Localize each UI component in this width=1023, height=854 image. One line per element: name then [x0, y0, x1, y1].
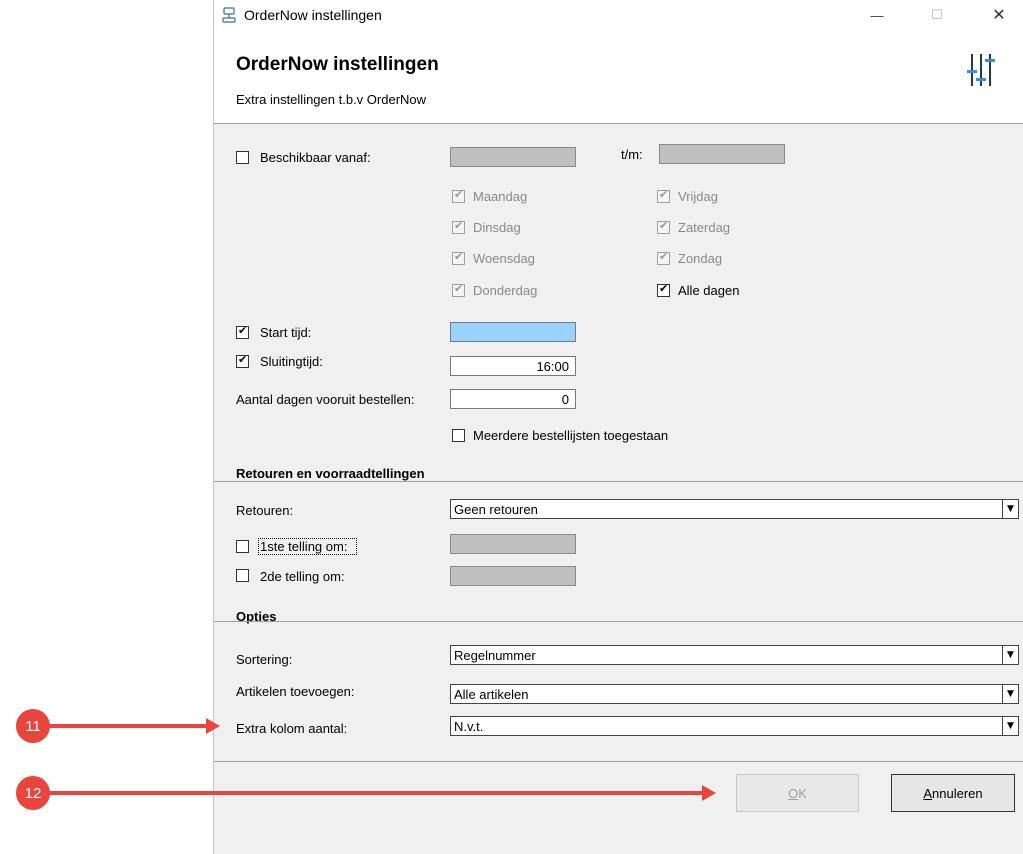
second-count-checkbox[interactable]	[236, 569, 249, 582]
annotation-badge-11: 11	[16, 709, 50, 743]
chevron-down-icon[interactable]: ▼	[1002, 646, 1018, 664]
footer-divider	[214, 761, 1023, 762]
closing-time-label: Sluitingtijd:	[260, 354, 323, 369]
annotation-arrow-12	[48, 791, 704, 795]
returns-section-divider	[214, 481, 1023, 482]
extra-column-dropdown[interactable]: N.v.t. ▼	[450, 716, 1019, 736]
options-section-divider	[214, 621, 1023, 622]
saturday-label: Zaterdag	[678, 220, 731, 235]
ok-hotkey: O	[788, 785, 799, 801]
days-ahead-label: Aantal dagen vooruit bestellen:	[236, 392, 415, 407]
cancel-label: nnuleren	[932, 785, 983, 801]
dialog-header: OrderNow instellingen Extra instellingen…	[214, 30, 1023, 124]
add-articles-label: Artikelen toevoegen:	[236, 684, 355, 699]
first-count-label: 1ste telling om:	[260, 539, 348, 554]
friday-checkbox[interactable]	[657, 188, 670, 203]
cancel-hotkey: A	[923, 785, 933, 801]
add-articles-dropdown[interactable]: Alle artikelen ▼	[450, 684, 1019, 704]
available-to-input[interactable]	[659, 144, 785, 164]
cancel-button[interactable]: Annuleren	[891, 774, 1015, 812]
chevron-down-icon[interactable]: ▼	[1002, 717, 1018, 735]
app-icon	[222, 7, 236, 23]
sorting-dropdown[interactable]: Regelnummer ▼	[450, 645, 1019, 665]
first-count-input[interactable]	[450, 534, 576, 554]
sliders-icon	[967, 54, 995, 86]
days-ahead-input[interactable]: 0	[450, 389, 576, 409]
header-title: OrderNow instellingen	[236, 54, 439, 75]
extra-column-dropdown-value: N.v.t.	[454, 719, 484, 734]
annotation-arrowhead-12	[702, 785, 716, 801]
multiple-lists-label: Meerdere bestellijsten toegestaan	[473, 428, 669, 443]
tuesday-checkbox[interactable]	[452, 219, 465, 234]
extra-column-label: Extra kolom aantal:	[236, 721, 348, 736]
annotation-badge-12: 12	[16, 776, 50, 810]
all-days-label: Alle dagen	[678, 283, 740, 298]
sorting-label: Sortering:	[236, 652, 293, 667]
ok-label: K	[798, 785, 807, 801]
ok-button[interactable]: OK	[736, 774, 859, 812]
chevron-down-icon[interactable]: ▼	[1002, 685, 1018, 703]
wednesday-checkbox[interactable]	[452, 250, 465, 265]
returns-section-title: Retouren en voorraadtellingen	[236, 466, 425, 481]
returns-label: Retouren:	[236, 503, 294, 518]
sunday-checkbox[interactable]	[657, 250, 670, 265]
annotation-arrowhead-11	[206, 718, 220, 734]
all-days-checkbox[interactable]	[657, 282, 670, 297]
thursday-checkbox[interactable]	[452, 282, 465, 297]
monday-checkbox[interactable]	[452, 188, 465, 203]
sunday-label: Zondag	[678, 251, 723, 266]
title-bar: OrderNow instellingen — ☐ ✕	[214, 0, 1023, 30]
start-time-input[interactable]	[450, 322, 576, 342]
annotation-arrow-11	[48, 724, 208, 728]
settings-window: OrderNow instellingen — ☐ ✕ OrderNow ins…	[213, 0, 1023, 854]
friday-label: Vrijdag	[678, 189, 718, 204]
first-count-checkbox[interactable]	[236, 540, 249, 553]
closing-time-input[interactable]: 16:00	[450, 356, 576, 376]
closing-time-checkbox[interactable]	[236, 353, 249, 368]
available-from-input[interactable]	[450, 147, 576, 167]
sorting-dropdown-value: Regelnummer	[454, 648, 536, 663]
available-from-label: Beschikbaar vanaf:	[260, 150, 371, 165]
multiple-lists-checkbox[interactable]	[452, 429, 465, 442]
monday-label: Maandag	[473, 189, 528, 204]
second-count-input[interactable]	[450, 566, 576, 586]
window-title: OrderNow instellingen	[244, 7, 382, 23]
second-count-label: 2de telling om:	[260, 569, 345, 584]
saturday-checkbox[interactable]	[657, 219, 670, 234]
header-subtitle: Extra instellingen t.b.v OrderNow	[236, 92, 427, 107]
thursday-label: Donderdag	[473, 283, 538, 298]
start-time-checkbox[interactable]	[236, 324, 249, 339]
close-button[interactable]: ✕	[976, 0, 1022, 30]
maximize-button[interactable]: ☐	[914, 0, 960, 30]
start-time-label: Start tijd:	[260, 325, 312, 340]
available-from-checkbox[interactable]	[236, 151, 249, 164]
to-label: t/m:	[621, 147, 643, 162]
returns-dropdown-value: Geen retouren	[454, 502, 538, 517]
tuesday-label: Dinsdag	[473, 220, 521, 235]
add-articles-dropdown-value: Alle artikelen	[454, 687, 529, 702]
chevron-down-icon[interactable]: ▼	[1002, 500, 1018, 518]
minimize-button[interactable]: —	[854, 0, 900, 30]
wednesday-label: Woensdag	[473, 251, 535, 266]
returns-dropdown[interactable]: Geen retouren ▼	[450, 499, 1019, 519]
